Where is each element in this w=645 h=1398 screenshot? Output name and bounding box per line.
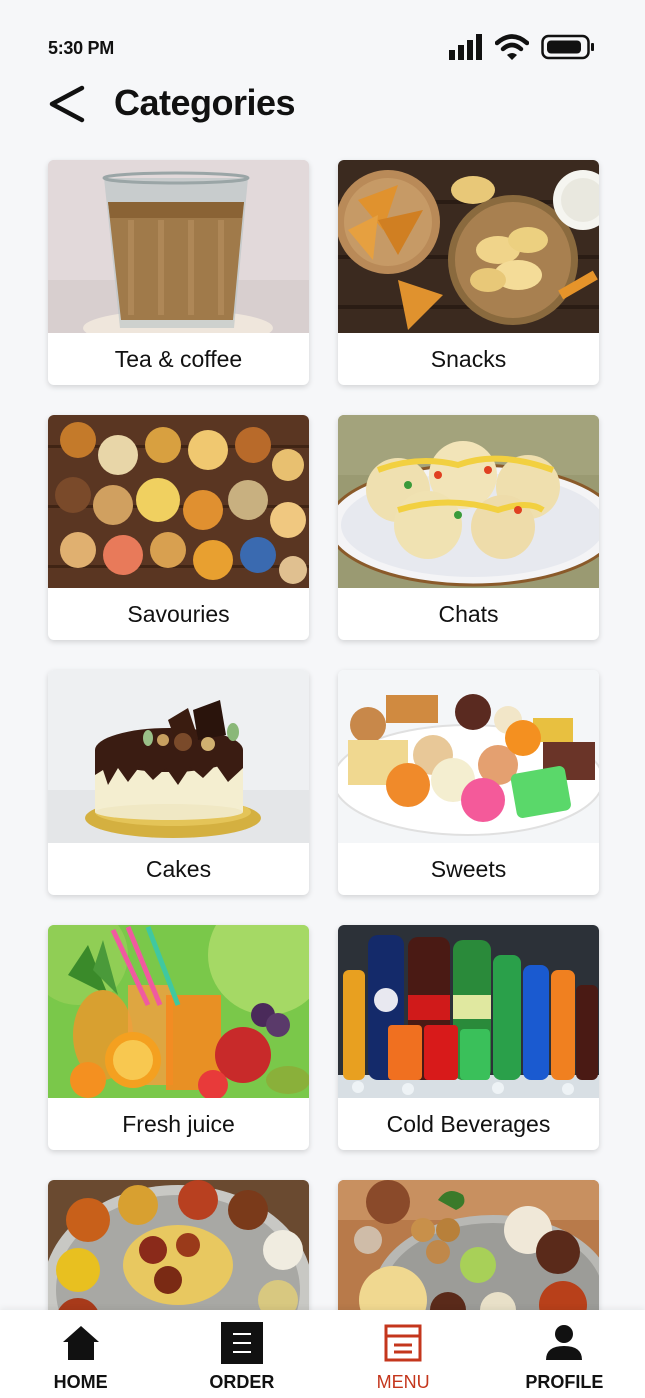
category-label: Snacks [430,345,507,372]
menu-icon [381,1322,425,1364]
snacks-image [338,160,599,333]
wifi-icon [495,34,529,60]
back-button[interactable] [46,84,88,124]
tea-coffee-image [48,160,309,333]
category-label: Sweets [430,855,507,882]
category-card-cold-beverages[interactable]: Cold Beverages [338,925,599,1150]
cakes-image [48,670,309,843]
page-title: Categories [114,82,296,123]
home-icon [59,1322,103,1364]
header: Categories [0,80,645,128]
bottom-nav: HOME ORDER MENU PROFILE [0,1310,645,1398]
back-arrow-icon [49,85,85,123]
nav-label: ORDER [209,1372,275,1392]
chats-image [338,415,599,588]
profile-icon [542,1322,586,1364]
nav-item-order[interactable]: ORDER [161,1310,322,1398]
category-card-sweets[interactable]: Sweets [338,670,599,895]
category-card-tea-coffee[interactable]: Tea & coffee [48,160,309,385]
category-card-cakes[interactable]: Cakes [48,670,309,895]
cold-beverages-image [338,925,599,1098]
status-time: 5:30 PM [48,38,114,58]
fresh-juice-image [48,925,309,1098]
category-grid: Tea & coffee Snacks Savouries Chats Cake… [48,160,599,1398]
category-label: Fresh juice [122,1110,235,1137]
category-card-snacks[interactable]: Snacks [338,160,599,385]
battery-icon [541,34,594,60]
nav-item-menu[interactable]: MENU [323,1310,484,1398]
nav-label: MENU [376,1372,430,1392]
status-bar: 5:30 PM [0,0,645,90]
nav-label: HOME [53,1372,108,1392]
category-label: Chats [438,600,499,627]
nav-item-profile[interactable]: PROFILE [484,1310,645,1398]
category-card-fresh-juice[interactable]: Fresh juice [48,925,309,1150]
signal-icon [449,34,482,60]
category-card-savouries[interactable]: Savouries [48,415,309,640]
savouries-image [48,415,309,588]
sweets-image [338,670,599,843]
order-icon [220,1322,264,1364]
nav-item-home[interactable]: HOME [0,1310,161,1398]
category-label: Savouries [127,600,230,627]
status-icons [449,34,595,60]
category-label: Cakes [145,855,212,882]
category-label: Cold Beverages [386,1110,551,1137]
category-label: Tea & coffee [114,345,243,372]
category-card-chats[interactable]: Chats [338,415,599,640]
nav-label: PROFILE [525,1372,604,1392]
